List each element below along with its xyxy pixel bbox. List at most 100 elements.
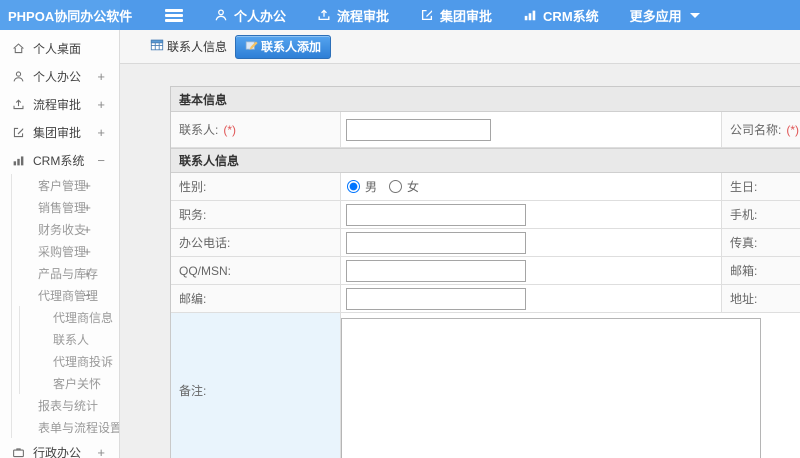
mobile-label-cell: 手机: [721,201,800,229]
address-label-cell: 地址: [721,285,800,313]
expand-icon[interactable]: + [97,445,105,458]
sidebar-item-admin-office[interactable]: 行政办公 + [0,438,119,458]
nav-personal-office[interactable]: 个人办公 [214,6,286,25]
table-icon [150,38,164,55]
field-label: 邮编: [179,292,207,306]
nav-more-apps[interactable]: 更多应用 [630,6,700,25]
sidebar-item-label: 客户关怀 [53,376,102,391]
remark-field-cell [341,313,800,458]
caret-down-icon [689,12,700,18]
field-label: 职务: [179,208,207,222]
workflow-icon [12,98,25,111]
sidebar-item-label: 个人办公 [33,69,82,84]
edit-square-icon [420,8,434,22]
sidebar-item-crm-system[interactable]: CRM系统 − [0,146,119,174]
qq-input[interactable] [346,259,526,282]
expand-icon[interactable]: + [83,200,91,215]
field-label: 联系人: [179,123,219,137]
sidebar-item-group-approval[interactable]: 集团审批 + [0,118,119,146]
user-icon [214,8,228,22]
bar-chart-icon [523,8,537,22]
briefcase-icon [12,446,25,458]
collapse-icon[interactable]: − [83,288,91,303]
fax-label-cell: 传真: [721,229,800,257]
sidebar-item-label: 联系人 [53,332,90,347]
sidebar-item-personal-office[interactable]: 个人办公 + [0,62,119,90]
nav-workflow-approval[interactable]: 流程审批 [317,6,389,25]
expand-icon[interactable]: + [83,244,91,259]
tab-contact-info[interactable]: 联系人信息 [150,38,227,55]
sidebar-item-agent-info[interactable]: 代理商信息 [20,306,119,328]
field-label: QQ/MSN: [179,263,232,278]
edit-square-icon [12,126,25,139]
sidebar-item-workflow-approval[interactable]: 流程审批 + [0,90,119,118]
sidebar-item-label: 行政办公 [33,445,82,458]
zip-field-cell [341,285,721,313]
remark-textarea[interactable] [341,318,761,458]
gender-female-radio[interactable] [389,180,403,193]
job-input[interactable] [346,203,526,226]
sidebar-item-agent-mgmt[interactable]: 代理商管理 − [12,284,119,306]
sidebar-item-form-workflow-settings[interactable]: 表单与流程设置 + [12,416,119,438]
sidebar-item-customer-care[interactable]: 客户关怀 [20,372,119,394]
zip-input[interactable] [346,287,526,310]
tab-label: 联系人添加 [261,40,322,54]
sidebar-item-personal-desktop[interactable]: 个人桌面 [0,34,119,62]
sidebar-item-label: 代理商信息 [53,310,114,325]
expand-icon[interactable]: + [97,69,105,84]
section-header-basic-info: 基本信息 [171,87,800,112]
sidebar-item-sales-mgmt[interactable]: 销售管理 + [12,196,119,218]
app-logo: PHPOA协同办公软件 [0,0,132,30]
field-label: 地址: [730,292,758,306]
home-icon [12,42,25,55]
field-label: 生日: [730,180,758,194]
job-label-cell: 职务: [171,201,341,229]
menu-toggle-icon[interactable] [165,8,183,22]
expand-icon[interactable]: + [83,222,91,237]
sidebar-item-agent-complaints[interactable]: 代理商投诉 [20,350,119,372]
required-mark: (*) [786,122,800,137]
birthday-label-cell: 生日: [721,173,800,201]
top-bar: PHPOA协同办公软件 个人办公 流程审批 集团审批 CRM系统 更多应用 [0,0,800,30]
sidebar-item-label: 表单与流程设置 [38,420,120,435]
expand-icon[interactable]: + [97,97,105,112]
user-icon [12,70,25,83]
sidebar-item-product-inventory[interactable]: 产品与库存 + [12,262,119,284]
nav-group-approval[interactable]: 集团审批 [420,6,492,25]
sidebar-item-label: 集团审批 [33,125,82,140]
app-window: PHPOA协同办公软件 个人办公 流程审批 集团审批 CRM系统 更多应用 个人… [0,0,800,458]
gender-male-radio[interactable] [347,180,360,193]
sidebar-item-label: 销售管理 [38,200,87,215]
nav-crm-system[interactable]: CRM系统 [523,6,599,25]
sidebar-item-label: 财务收支 [38,222,87,237]
sidebar-item-customer-mgmt[interactable]: 客户管理 + [12,174,119,196]
contact-name-input[interactable] [346,118,491,141]
qq-field-cell [341,257,721,285]
agent-submenu: 代理商信息 联系人 代理商投诉 客户关怀 [19,306,119,394]
collapse-icon[interactable]: − [97,153,105,168]
sidebar-item-reports-stats[interactable]: 报表与统计 [12,394,119,416]
expand-icon[interactable]: + [83,178,91,193]
job-field-cell [341,201,721,229]
field-label: 邮箱: [730,264,758,278]
sidebar-item-label: 代理商投诉 [53,354,114,369]
sidebar-item-purchase-mgmt[interactable]: 采购管理 + [12,240,119,262]
sidebar-item-label: 个人桌面 [33,41,82,56]
zip-label-cell: 邮编: [171,285,341,313]
tab-contact-add[interactable]: 联系人添加 [235,34,332,59]
section-header-contact-info: 联系人信息 [171,148,800,173]
sidebar-item-label: CRM系统 [33,153,85,168]
sidebar-item-finance[interactable]: 财务收支 + [12,218,119,240]
nav-label: 集团审批 [440,8,493,24]
gender-male-label: 男 [365,180,378,194]
expand-icon[interactable]: + [83,266,91,281]
sidebar-item-label: 客户管理 [38,178,87,193]
sidebar-item-contacts[interactable]: 联系人 [20,328,119,350]
office-phone-input[interactable] [346,231,526,254]
expand-icon[interactable]: + [97,125,105,140]
field-label: 备注: [179,384,207,398]
office-phone-label-cell: 办公电话: [171,229,341,257]
main-content: 联系人信息 联系人添加 基本信息 联系人: (*) 公司名称: (*) 联系人信… [120,30,800,458]
contact-add-form: 基本信息 联系人: (*) 公司名称: (*) 联系人信息 性别: 男 女 生日… [170,86,800,458]
office-phone-field-cell [341,229,721,257]
